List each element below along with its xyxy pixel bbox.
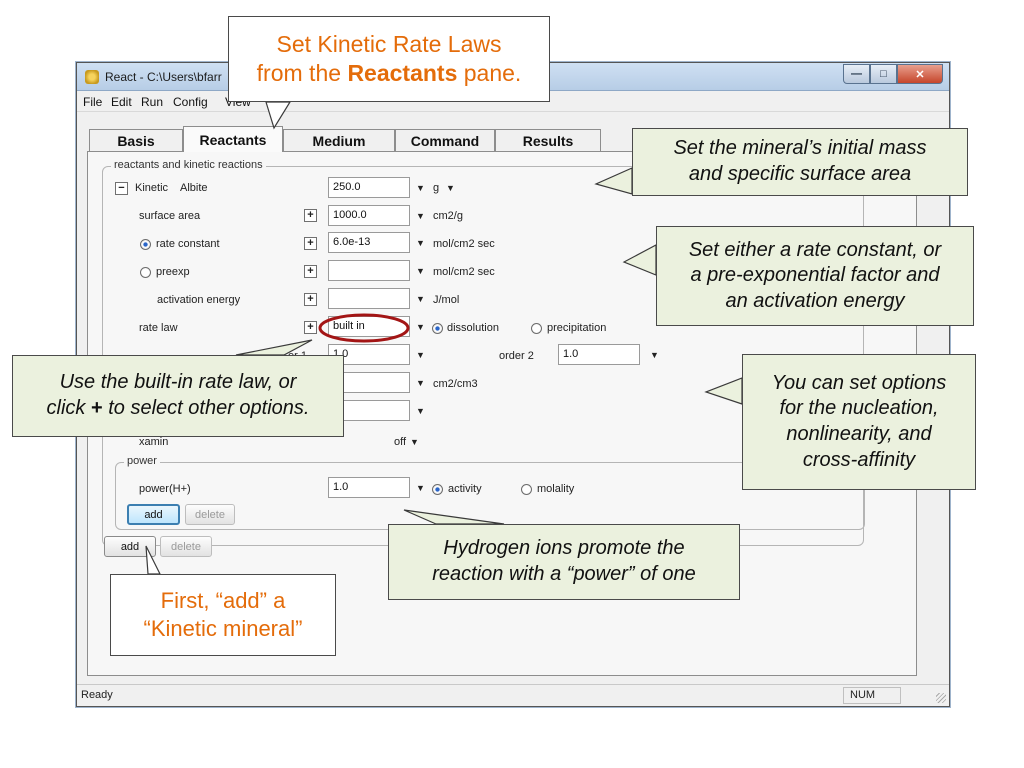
callout-hydrogen-line2: reaction with a “power” of one (432, 563, 696, 585)
callout-options-line3: nonlinearity, and (786, 423, 932, 445)
callout-mass: Set the mineral’s initial mass and speci… (632, 128, 968, 196)
rate-law-highlight-ellipse (318, 313, 410, 343)
callout-rate: Set either a rate constant, or a pre-exp… (656, 226, 974, 326)
hydrogen-callout-pointer (403, 509, 505, 525)
callout-rate-line1: Set either a rate constant, or (688, 238, 942, 261)
callout-top-line2: from the Reactants pane. (256, 60, 522, 86)
callout-top: Set Kinetic Rate Laws from the Reactants… (228, 16, 550, 102)
callout-builtin-line2: click + to select other options. (46, 397, 310, 419)
builtin-callout-pointer (235, 339, 313, 356)
callout-rate-line3: an activation energy (725, 289, 905, 312)
callout-builtin: Use the built-in rate law, or click + to… (12, 355, 344, 437)
callout-options-line2: for the nucleation, (779, 397, 939, 420)
callout-add: First, “add” a “Kinetic mineral” (110, 574, 336, 656)
callout-options: You can set options for the nucleation, … (742, 354, 976, 490)
callout-add-line1: First, “add” a (160, 587, 286, 613)
mass-callout-pointer (594, 167, 633, 195)
rate-callout-pointer (622, 244, 657, 276)
callout-mass-line2: and specific surface area (688, 163, 912, 185)
callout-add-line2: “Kinetic mineral” (143, 616, 303, 641)
callout-mass-line1: Set the mineral’s initial mass (673, 137, 927, 160)
callout-options-line4: cross-affinity (802, 448, 916, 471)
callout-hydrogen: Hydrogen ions promote the reaction with … (388, 524, 740, 600)
top-callout-pointer (265, 101, 292, 130)
options-callout-pointer (704, 377, 743, 405)
callout-top-line1: Set Kinetic Rate Laws (276, 30, 502, 57)
add-callout-pointer (145, 545, 161, 575)
callout-options-line1: You can set options (771, 371, 947, 394)
callout-builtin-line1: Use the built-in rate law, or (59, 371, 297, 394)
callout-rate-line2: a pre-exponential factor and (690, 264, 940, 287)
callout-hydrogen-line1: Hydrogen ions promote the (443, 537, 685, 560)
